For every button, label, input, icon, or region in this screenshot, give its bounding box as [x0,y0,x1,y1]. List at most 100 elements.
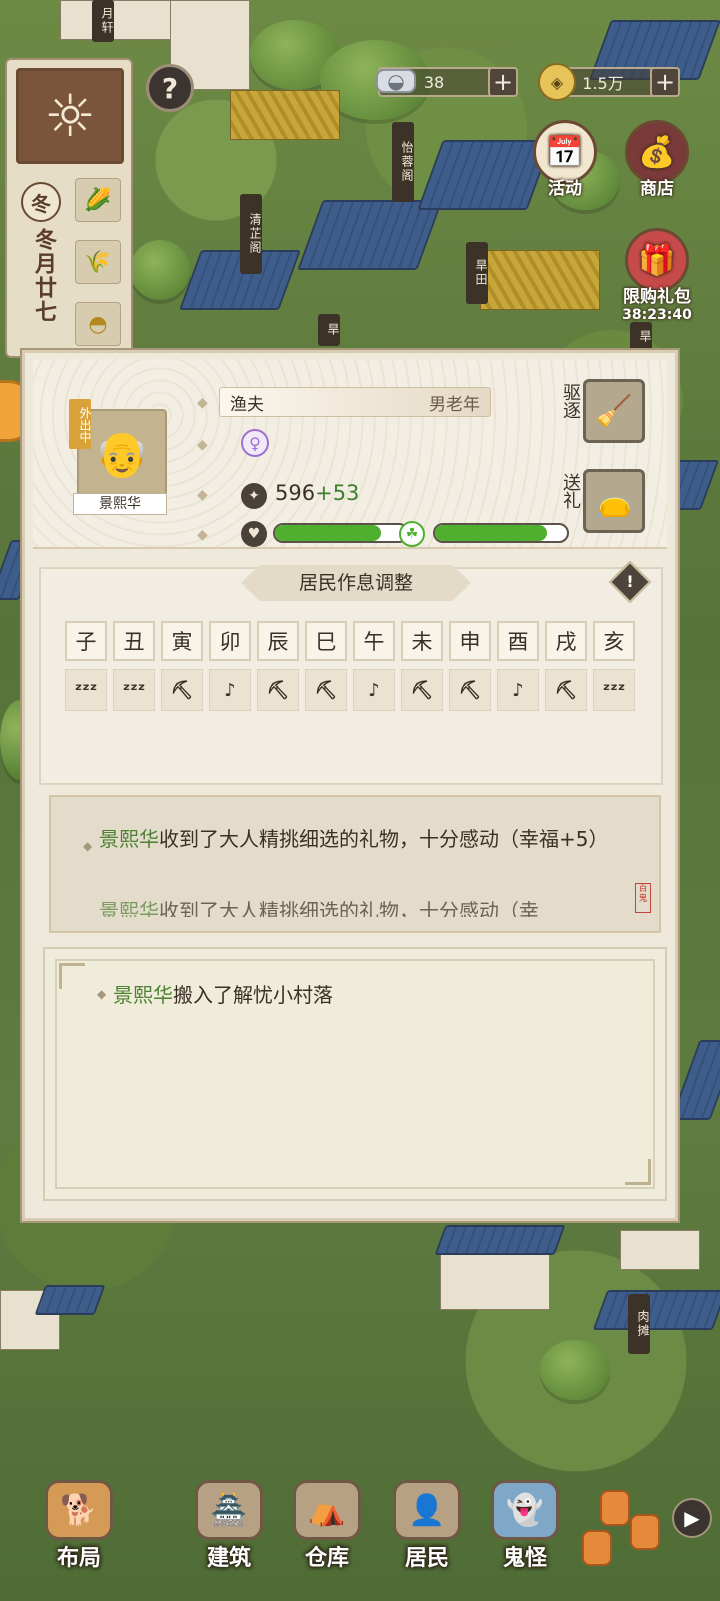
hour-cell[interactable]: 午 [353,621,395,661]
leisure-icon[interactable]: ♪ [497,669,539,711]
log-entry-faded: 景熙华收到了大人精挑细选的礼物，十分感动（幸 [99,897,629,917]
pickaxe-icon[interactable]: ⛏ [305,669,347,711]
roof [434,1225,566,1255]
hour-cell[interactable]: 寅 [161,621,203,661]
activity-row: ᶻᶻᶻ ᶻᶻᶻ ⛏ ♪ ⛏ ⛏ ♪ ⛏ ⛏ ♪ ⛏ ᶻᶻᶻ [65,669,635,711]
gift-pack-button[interactable]: 🎁 限购礼包 38:23:40 [610,228,704,323]
nav-residents[interactable]: 👤 居民 [382,1480,472,1572]
sign-routan[interactable]: 肉摊 [628,1294,650,1354]
roof [34,1285,106,1315]
resident-icon: 👤 [393,1480,461,1540]
leisure-icon[interactable]: ♪ [353,669,395,711]
sign-hantian[interactable]: 旱田 [466,242,488,304]
health-bar [273,523,409,543]
hour-cell[interactable]: 亥 [593,621,635,661]
leisure-icon[interactable]: ♪ [209,669,251,711]
storehouse-icon: ⛺ [293,1480,361,1540]
shop-label: 商店 [640,179,674,199]
crop-slot-3[interactable]: ◓ [75,302,121,346]
hour-cell[interactable]: 丑 [113,621,155,661]
coin-counter: ◈ 1.5万 + [538,63,680,101]
nav-ghosts[interactable]: 👻 鬼怪 [480,1480,570,1572]
sign-qingzhige[interactable]: 清芷阁 [240,194,262,274]
weather-button[interactable]: ☼ [16,68,124,164]
hour-cell[interactable]: 辰 [257,621,299,661]
hour-cell[interactable]: 卯 [209,621,251,661]
nav-build[interactable]: 🏯 建筑 [184,1480,274,1572]
job-title: 渔夫 [230,394,264,415]
log-entry: 景熙华收到了大人精挑细选的礼物，十分感动（幸福+5） [99,825,629,853]
activity-label: 活动 [548,179,582,199]
skill-bonus: +53 [315,481,360,505]
info-warning-button[interactable]: ! [608,560,652,604]
log-text: 收到了大人精挑细选的礼物，十分感动（幸福+5） [159,827,609,851]
gender-age: 男老年 [429,394,480,415]
hour-cell[interactable]: 申 [449,621,491,661]
hour-cell[interactable]: 酉 [497,621,539,661]
trait-icon[interactable]: ♀ [241,429,269,457]
fisherman-portrait-icon: 👴 [94,429,150,480]
happiness-bar [433,523,569,543]
sun-icon: ☼ [44,82,96,150]
season-badge: 冬 [21,182,61,222]
history-log[interactable]: ◆ 景熙华搬入了解忧小村落 [43,947,667,1201]
gift-pack-label: 限购礼包 [623,287,691,307]
hour-cell[interactable]: 戌 [545,621,587,661]
bullet-icon: ◆ [83,839,93,853]
crop-slot-1[interactable]: 🌽 [75,178,121,222]
nav-layout[interactable]: 🐕 布局 [34,1480,124,1572]
pickaxe-icon[interactable]: ⛏ [449,669,491,711]
layout-icon: 🐕 [45,1480,113,1540]
lantern [582,1530,612,1566]
lantern [630,1514,660,1550]
sign-yuexuan[interactable]: 月轩 [92,0,114,42]
seal-stamp: 百鬼 [635,883,651,913]
pickaxe-icon[interactable]: ⛏ [257,669,299,711]
history-log-inner: ◆ 景熙华搬入了解忧小村落 [55,959,655,1189]
pickaxe-icon[interactable]: ⛏ [161,669,203,711]
sleep-icon[interactable]: ᶻᶻᶻ [113,669,155,711]
gift-label: 送礼 [560,473,581,509]
pickaxe-icon[interactable]: ⛏ [545,669,587,711]
pickaxe-icon[interactable]: ⛏ [401,669,443,711]
nav-build-label: 建筑 [206,1546,251,1571]
crop-slot-2[interactable]: 🌾 [75,240,121,284]
sleep-icon[interactable]: ᶻᶻᶻ [593,669,635,711]
gift-button[interactable]: 送礼 👝 [555,469,645,539]
log-resident-name: 景熙华 [99,827,159,851]
shop-button[interactable]: 💰 商店 [622,120,692,199]
sign-han-2[interactable]: 旱 [630,322,652,352]
log-text: 收到了大人精挑细选的礼物，十分感动（幸 [159,899,539,917]
sleep-icon[interactable]: ᶻᶻᶻ [65,669,107,711]
next-arrow-button[interactable]: ▶ [672,1498,712,1538]
add-silver-button[interactable]: + [488,67,518,97]
building [60,0,180,40]
nav-storage-label: 仓库 [304,1546,349,1571]
bullet-icon: ◆ [197,487,208,503]
building-icon: 🏯 [195,1480,263,1540]
recent-log[interactable]: ◆ 景熙华收到了大人精挑细选的礼物，十分感动（幸福+5） 景熙华收到了大人精挑细… [49,795,661,933]
expel-button[interactable]: 驱逐 🧹 [555,379,645,449]
skill-icon: ✦ [241,483,267,509]
sign-han[interactable]: 旱 [318,314,340,346]
skill-stat: 596+53 [275,481,359,505]
nav-ghosts-label: 鬼怪 [502,1546,547,1571]
bullet-icon: ◆ [197,527,208,543]
activity-button[interactable]: 📅 活动 [530,120,600,199]
help-button[interactable]: ? [146,64,194,112]
resident-name: 景熙华 [73,493,167,515]
calendar-panel[interactable]: ☼ 冬 冬月廿七 🌽 🌾 ◓ [5,58,133,358]
hour-cell[interactable]: 未 [401,621,443,661]
field [480,250,600,310]
bottom-nav: 🐕 布局 🏯 建筑 ⛺ 仓库 👤 居民 👻 鬼怪 [0,1440,720,1601]
hour-cell[interactable]: 巳 [305,621,347,661]
nav-residents-label: 居民 [404,1546,449,1571]
sign-yirongge[interactable]: 怡蓉阁 [392,122,414,202]
nav-storage[interactable]: ⛺ 仓库 [282,1480,372,1572]
hour-cell[interactable]: 子 [65,621,107,661]
add-coins-button[interactable]: + [650,67,680,97]
corner-ornament [625,1159,651,1185]
copper-coin-icon: ◈ [538,63,576,101]
history-entry: 景熙华搬入了解忧小村落 [113,981,333,1009]
resident-info: 👴 外出中 景熙华 ◆ 渔夫 男老年 ◆ ♀ ◆ ✦ 596+53 ◆ ♥ ☘ … [33,359,667,549]
